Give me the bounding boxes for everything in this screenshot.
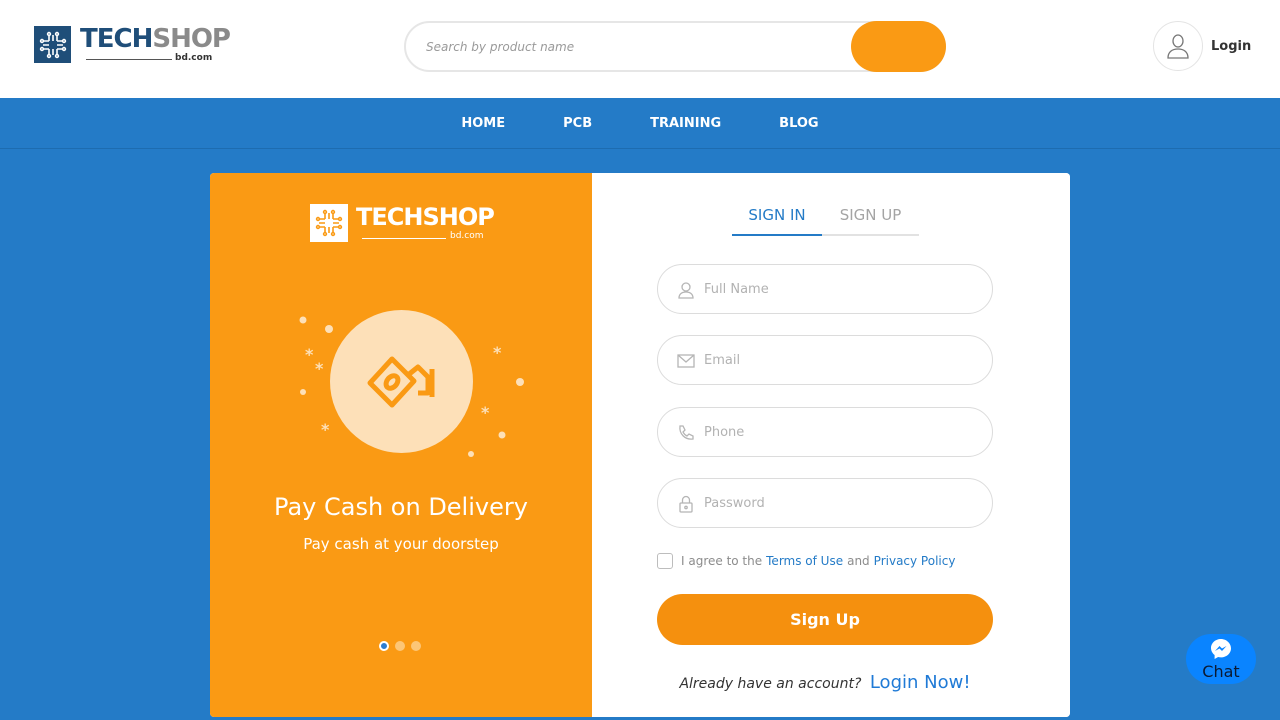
login-now-link[interactable]: Login Now! <box>870 672 971 693</box>
full-name-input[interactable] <box>704 276 974 303</box>
svg-text:*: * <box>305 345 314 364</box>
search-input[interactable] <box>426 33 846 60</box>
promo-panel: TECHSHOP bd.com * * * * * Pay Cash on De… <box>210 173 592 717</box>
phone-input[interactable] <box>704 419 974 446</box>
user-avatar-icon[interactable] <box>1153 21 1203 71</box>
phone-icon <box>676 423 696 443</box>
chat-button[interactable]: Chat <box>1186 634 1256 684</box>
auth-card: TECHSHOP bd.com * * * * * Pay Cash on De… <box>210 173 1070 717</box>
login-link[interactable]: Login <box>1211 39 1251 54</box>
promo-subtitle: Pay cash at your doorstep <box>303 535 499 553</box>
search-bar <box>404 21 946 72</box>
nav-item-blog[interactable]: BLOG <box>779 116 818 131</box>
password-input[interactable] <box>704 490 974 517</box>
full-name-field <box>657 264 993 314</box>
terms-agreement: I agree to the Terms of Use and Privacy … <box>657 553 959 569</box>
nav-item-pcb[interactable]: PCB <box>563 116 592 131</box>
agree-and: and <box>847 554 870 568</box>
agree-prefix: I agree to the <box>681 554 763 568</box>
tab-sign-in[interactable]: SIGN IN <box>732 203 822 236</box>
promo-logo-domain: bd.com <box>450 231 484 241</box>
messenger-icon <box>1211 638 1231 659</box>
promo-logo-brand: TECHSHOP <box>356 203 495 231</box>
logo-brand-accent: SHOP <box>152 24 231 54</box>
auth-form-panel: SIGN IN SIGN UP Full Name Email Phone I … <box>592 173 1070 717</box>
lock-icon <box>676 494 696 514</box>
logo-brand-main: TECH <box>80 24 153 54</box>
terms-link[interactable]: Terms of Use <box>766 554 843 568</box>
password-field <box>657 478 993 528</box>
agree-checkbox[interactable] <box>657 553 673 569</box>
account-area: Login <box>1153 21 1251 71</box>
svg-text:*: * <box>481 403 490 422</box>
svg-text:*: * <box>315 359 324 378</box>
circuit-logo-icon <box>34 26 71 63</box>
slider-dot-3[interactable] <box>411 641 421 651</box>
slider-dot-2[interactable] <box>395 641 405 651</box>
promo-title: Pay Cash on Delivery <box>274 493 528 521</box>
nav-item-training[interactable]: TRAINING <box>650 116 721 131</box>
logo-underline <box>86 59 172 60</box>
logo-domain: bd.com <box>175 53 213 63</box>
logo-wordmark: TECHSHOP bd.com <box>80 24 231 66</box>
login-prompt: Already have an account? Login Now! <box>592 672 1058 693</box>
slider-dots <box>379 641 421 651</box>
nav-item-home[interactable]: HOME <box>461 116 505 131</box>
main-nav: HOME PCB TRAINING BLOG <box>0 98 1280 149</box>
svg-text:*: * <box>321 420 330 439</box>
tab-sign-up[interactable]: SIGN UP <box>822 203 919 236</box>
sign-up-button[interactable]: Sign Up <box>657 594 993 645</box>
cash-in-hand-icon <box>367 356 434 407</box>
phone-field <box>657 407 993 457</box>
promo-logo-underline <box>362 238 446 239</box>
promo-logo-wordmark: TECHSHOP bd.com <box>356 204 496 244</box>
email-field <box>657 335 993 385</box>
email-input[interactable] <box>704 347 974 374</box>
privacy-link[interactable]: Privacy Policy <box>874 554 956 568</box>
auth-tabs: SIGN IN SIGN UP <box>732 203 919 236</box>
svg-text:*: * <box>493 343 502 362</box>
cash-delivery-illustration: * * * * * <box>295 308 525 468</box>
chat-label: Chat <box>1202 661 1240 681</box>
promo-logo: TECHSHOP bd.com <box>310 204 496 244</box>
slider-dot-1[interactable] <box>379 641 389 651</box>
search-button[interactable] <box>851 21 946 72</box>
already-account-text: Already have an account? <box>679 676 862 692</box>
user-icon <box>676 280 696 300</box>
cash-icon-circle <box>330 310 473 453</box>
site-logo[interactable]: TECHSHOP bd.com <box>34 24 231 66</box>
circuit-logo-icon <box>310 204 348 242</box>
envelope-icon <box>676 351 696 371</box>
site-header: TECHSHOP bd.com Login <box>0 0 1280 98</box>
